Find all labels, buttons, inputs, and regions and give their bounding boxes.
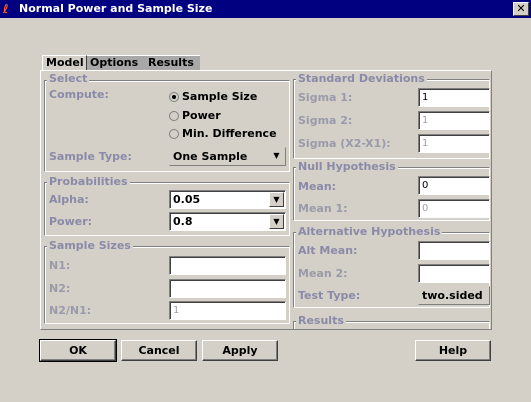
radio-power-label: Power (182, 109, 221, 122)
alt-mean-input[interactable] (418, 241, 490, 260)
tab-model[interactable]: Model (42, 55, 87, 70)
results-group-title: Results (296, 314, 346, 327)
apply-button[interactable]: Apply (202, 340, 278, 361)
n1-label: N1: (49, 259, 71, 272)
n2-label: N2: (49, 282, 71, 295)
close-button[interactable]: ✕ (513, 2, 529, 16)
help-button[interactable]: Help (415, 340, 491, 361)
window-title: Normal Power and Sample Size (19, 2, 213, 15)
mean-label: Mean: (298, 180, 337, 193)
title-bar[interactable]: ℓ Normal Power and Sample Size ✕ (0, 0, 531, 18)
compute-label: Compute: (49, 88, 109, 101)
radio-sample-size[interactable]: Sample Size (169, 90, 289, 104)
radio-power-circle[interactable] (169, 111, 179, 121)
close-icon: ✕ (516, 2, 526, 15)
radio-min-difference-label: Min. Difference (182, 127, 277, 140)
n2-n1-ratio-label: N2/N1: (49, 304, 92, 317)
n2-n1-ratio-input[interactable]: 1 (169, 301, 286, 320)
sigma1-input[interactable]: 1 (418, 88, 490, 107)
probabilities-group-title: Probabilities (47, 175, 130, 188)
ok-button[interactable]: OK (39, 339, 117, 362)
mean-input[interactable]: 0 (418, 176, 490, 195)
sample-type-label: Sample Type: (49, 150, 132, 163)
sigma-diff-label: Sigma (X2-X1): (298, 137, 391, 150)
sample-type-value: One Sample (173, 150, 248, 163)
cancel-button[interactable]: Cancel (121, 340, 197, 361)
radio-selected-dot (172, 95, 176, 99)
chevron-down-icon[interactable]: ▼ (269, 214, 284, 229)
test-type-label: Test Type: (298, 289, 361, 302)
power-value: 0.8 (173, 215, 193, 228)
n1-input[interactable] (169, 256, 286, 275)
chevron-down-icon[interactable]: ▼ (269, 192, 284, 207)
mean2-input[interactable] (418, 264, 490, 283)
alpha-value: 0.05 (173, 193, 201, 206)
power-select[interactable]: 0.8 ▼ (169, 212, 286, 231)
mean1-input[interactable]: 0 (418, 199, 490, 218)
tab-results[interactable]: Results (145, 55, 200, 70)
alpha-label: Alpha: (49, 193, 89, 206)
radio-power[interactable]: Power (169, 109, 289, 123)
null-hypothesis-group-title: Null Hypothesis (296, 160, 398, 173)
sigma1-label: Sigma 1: (298, 91, 353, 104)
mean2-label: Mean 2: (298, 267, 348, 280)
sigma-diff-input[interactable]: 1 (418, 134, 490, 153)
radio-sample-size-circle[interactable] (169, 92, 179, 102)
sample-sizes-group-title: Sample Sizes (47, 239, 133, 252)
sigma2-input[interactable]: 1 (418, 111, 490, 130)
n2-input[interactable] (169, 279, 286, 298)
std-dev-group-title: Standard Deviations (296, 72, 427, 85)
sigma2-label: Sigma 2: (298, 114, 353, 127)
app-icon: ℓ (3, 2, 9, 16)
mean1-label: Mean 1: (298, 202, 348, 215)
power-label: Power: (49, 215, 93, 228)
tab-options[interactable]: Options (87, 55, 145, 70)
radio-min-difference-circle[interactable] (169, 129, 179, 139)
test-type-value: two.sided (422, 289, 483, 302)
radio-min-difference[interactable]: Min. Difference (169, 127, 289, 141)
test-type-select[interactable]: two.sided (418, 286, 490, 305)
radio-sample-size-label: Sample Size (182, 90, 258, 103)
alt-mean-label: Alt Mean: (298, 244, 358, 257)
select-group-title: Select (47, 72, 90, 85)
chevron-down-icon: ▼ (269, 149, 284, 164)
alpha-select[interactable]: 0.05 ▼ (169, 190, 286, 209)
alt-hypothesis-group-title: Alternative Hypothesis (296, 225, 443, 238)
sample-type-select[interactable]: One Sample ▼ (169, 147, 286, 166)
